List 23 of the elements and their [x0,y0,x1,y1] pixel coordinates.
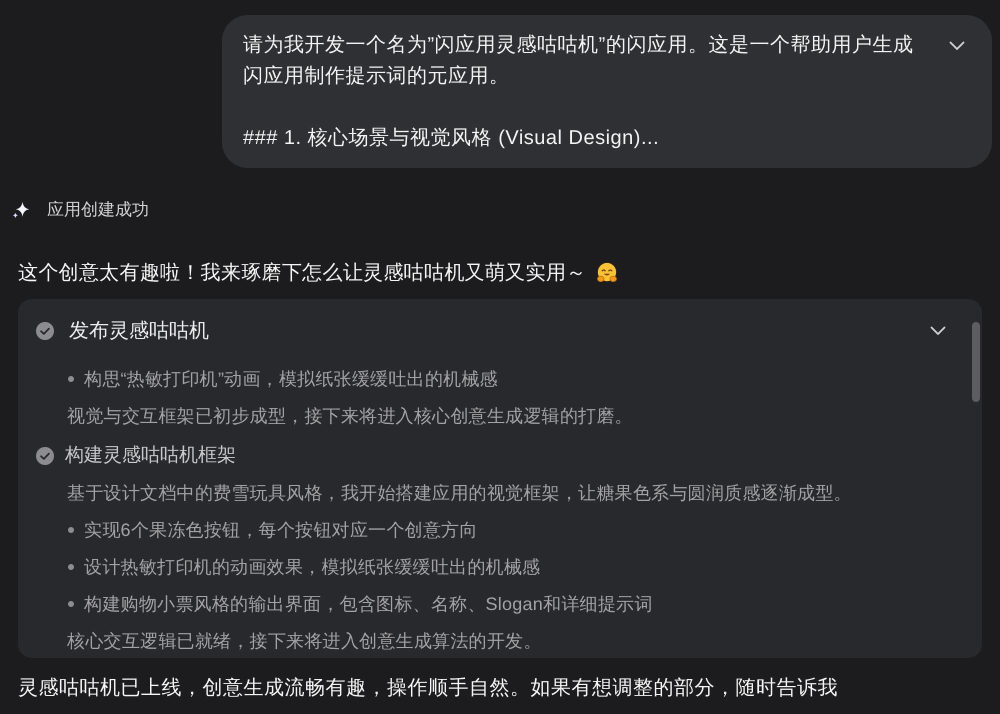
reply-text: 灵感咕咕机已上线，创意生成流畅有趣，操作顺手自然。如果有想调整的部分，随时告诉我 [18,676,839,701]
message-text: ### 1. 核心场景与视觉风格 (Visual Design)... [243,126,660,151]
reply-text: 这个创意太有趣啦！我来琢磨下怎么让灵感咕咕机又萌又实用～ [18,261,586,286]
step-title: 发布灵感咕咕机 [69,319,209,344]
bullet-text: 构建购物小票风格的输出界面，包含图标、名称、Slogan和详细提示词 [84,592,653,616]
bullet-text: 构思“热敏打印机”动画，模拟纸张缓缓吐出的机械感 [84,368,498,390]
message-text: 请为我开发一个名为”闪应用灵感咕咕机”的闪应用。这是一个帮助用户生成闪应用制作提示词的元应用。 [243,33,914,89]
bullet-text: 实现6个果冻色按钮，每个按钮对应一个创意方向 [84,518,478,542]
bullet-dot-icon [68,526,74,532]
step-title: 构建灵感咕咕机框架 [65,444,236,468]
chevron-down-icon[interactable] [930,326,946,336]
chevron-down-icon[interactable] [949,41,965,51]
note-text: 基于设计文档中的费雪玩具风格，我开始搭建应用的视觉框架，让糖果色系与圆润质感逐渐成型。 [67,482,852,504]
bullet-dot-icon [68,564,74,570]
smiling-face-emoji-icon [596,262,618,284]
bullet-text: 设计热敏打印机的动画效果，模拟纸张缓缓吐出的机械感 [84,556,540,578]
bullet-dot-icon [68,376,74,382]
status-text: 应用创建成功 [47,200,149,220]
bullet-dot-icon [68,600,74,606]
note-text: 核心交互逻辑已就绪，接下来将进入创意生成算法的开发。 [67,630,542,652]
sparkle-icon [12,201,30,219]
note-text: 视觉与交互框架已初步成型，接下来将进入核心创意生成逻辑的打磨。 [67,404,633,428]
scrollbar-thumb[interactable] [972,322,980,402]
